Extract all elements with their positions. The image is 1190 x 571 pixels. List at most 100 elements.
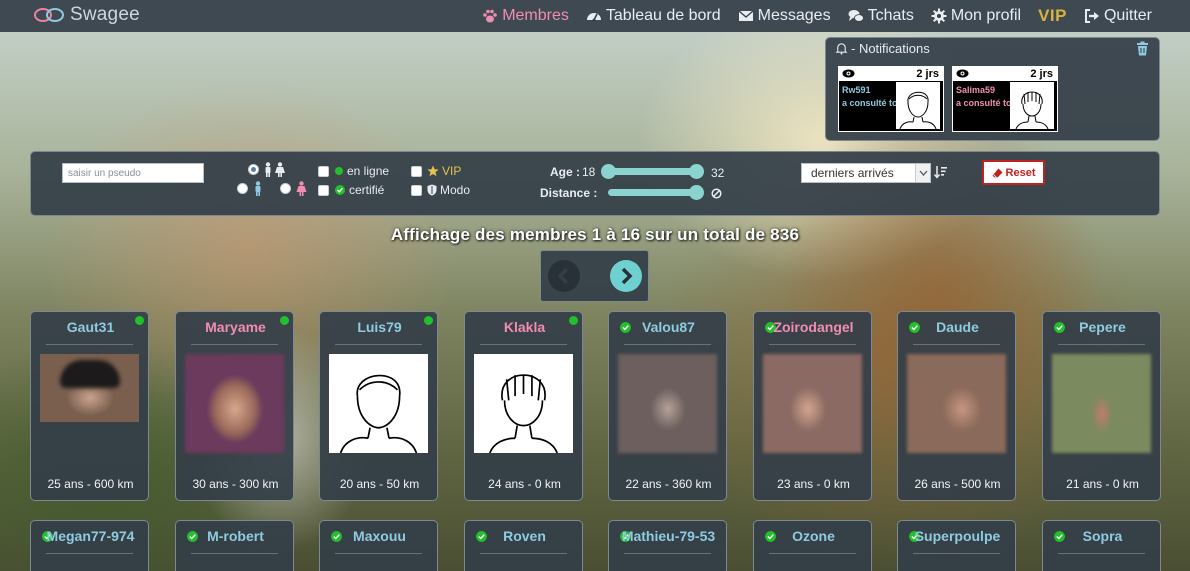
logo-text: Swagee [70,4,140,25]
female-avatar-sketch-icon [1015,91,1049,130]
certified-filter-label: certifié [335,183,384,197]
sort-selected-value: derniers arrivés [811,166,894,180]
member-photo[interactable] [618,354,717,453]
member-name[interactable]: Megan77-974 [31,528,150,544]
nav-item-tchats[interactable]: Tchats [848,7,914,25]
member-card[interactable]: Mathieu-79-53 [608,520,727,571]
member-name[interactable]: Luis79 [320,319,439,335]
member-name[interactable]: Roven [465,528,584,544]
avatar [1010,82,1054,130]
notifications-header: - Notifications [835,41,930,56]
notification-username[interactable]: Rw591 [842,85,871,95]
age-max-value: 32 [711,166,725,180]
pseudo-search-input[interactable] [62,163,204,183]
chat-bubbles-icon [848,10,864,22]
member-card[interactable]: Gaut31 25 ans - 600 km [30,311,149,501]
member-name[interactable]: Superpoulpe [898,528,1017,544]
top-navbar: Swagee Membres Tableau de bord Messages … [0,0,1190,32]
notification-card[interactable]: 2 jrs Salima59 a consulté ton profil [952,66,1058,132]
member-name[interactable]: Pepere [1043,319,1162,335]
certified-checkbox[interactable] [318,185,329,196]
nav-item-tableau-de-bord[interactable]: Tableau de bord [586,7,721,25]
member-photo[interactable] [763,354,862,453]
member-info: 20 ans - 50 km [339,477,420,491]
notification-message: a consulté ton profil [842,98,900,108]
member-card[interactable]: Luis79 20 ans - 50 km [319,311,438,501]
gender-radio-female[interactable] [280,183,291,194]
certified-check-icon [335,185,345,195]
nav-item-vip[interactable]: VIP [1038,6,1067,26]
sort-descending-icon[interactable] [934,165,947,179]
online-checkbox[interactable] [318,166,329,177]
male-avatar-sketch-icon [339,374,418,453]
gender-radio-male[interactable] [237,183,248,194]
eye-icon [842,69,855,78]
distance-slider-handle[interactable] [689,185,704,200]
distance-slider-track[interactable] [608,189,701,196]
eraser-icon [992,168,1003,178]
member-info: 23 ans - 0 km [777,477,850,491]
sort-select[interactable]: derniers arrivés [801,163,931,183]
member-name[interactable]: Valou87 [609,319,728,335]
chevron-left-icon [557,267,569,285]
age-slider-max-handle[interactable] [689,164,704,179]
member-photo[interactable] [907,354,1006,453]
member-photo[interactable] [329,354,428,453]
reset-button[interactable]: Reset [982,160,1045,185]
member-name[interactable]: Maxouu [320,528,439,544]
member-info: 30 ans - 300 km [192,477,279,491]
member-card[interactable]: Zoirodangel 23 ans - 0 km [753,311,872,501]
nav-label: Messages [757,7,831,24]
nav-label: Tchats [867,7,914,24]
nav-item-quitter[interactable]: Quitter [1084,7,1152,25]
next-page-button[interactable] [610,260,642,292]
avatar [896,82,940,130]
nav-item-membres[interactable]: Membres [482,7,569,25]
member-name[interactable]: Sopra [1043,528,1162,544]
notification-card[interactable]: 2 jrs Rw591 a consulté ton profil [838,66,944,132]
member-card[interactable]: Sopra [1042,520,1161,571]
member-card[interactable]: Valou87 22 ans - 360 km [608,311,727,501]
gender-radio-both[interactable] [248,164,259,175]
member-card[interactable]: Maxouu [319,520,438,571]
member-name[interactable]: Gaut31 [31,319,150,335]
member-card[interactable]: Klakla 24 ans - 0 km [464,311,583,501]
filter-bar: en ligne certifié VIP Modo Age : 18 32 D… [30,151,1160,216]
member-photo[interactable] [1052,354,1151,453]
trash-icon[interactable] [1136,41,1149,56]
previous-page-button[interactable] [548,260,580,292]
modo-checkbox[interactable] [411,185,422,196]
member-photo[interactable] [474,354,573,453]
member-name[interactable]: Zoirodangel [754,319,873,335]
member-name[interactable]: M-robert [176,528,295,544]
eye-icon [956,69,969,78]
nav-item-mon-profil[interactable]: Mon profil [931,7,1021,25]
nav-item-messages[interactable]: Messages [738,7,831,25]
member-card[interactable]: M-robert [175,520,294,571]
age-slider-track[interactable] [606,168,701,175]
member-photo[interactable] [185,354,284,453]
member-photo[interactable] [40,354,139,422]
vip-checkbox[interactable] [411,166,422,177]
online-dot-icon [335,167,343,175]
member-name[interactable]: Daude [898,319,1017,335]
app-logo[interactable]: Swagee [34,3,140,27]
member-card[interactable]: Pepere 21 ans - 0 km [1042,311,1161,501]
member-card[interactable]: Ozone [753,520,872,571]
age-slider-min-handle[interactable] [601,164,616,179]
member-info: 24 ans - 0 km [488,477,561,491]
member-card[interactable]: Megan77-974 [30,520,149,571]
shield-icon [427,184,437,196]
member-card[interactable]: Superpoulpe [897,520,1016,571]
member-card[interactable]: Roven [464,520,583,571]
member-name[interactable]: Mathieu-79-53 [609,528,728,544]
nav-label: Membres [502,7,569,24]
member-card[interactable]: Daude 26 ans - 500 km [897,311,1016,501]
member-name[interactable]: Klakla [465,319,584,335]
female-avatar-sketch-icon [489,374,558,453]
notification-username[interactable]: Salima59 [956,85,995,95]
member-card[interactable]: Maryame 30 ans - 300 km [175,311,294,501]
bell-icon [835,43,848,55]
member-name[interactable]: Maryame [176,319,295,335]
member-name[interactable]: Ozone [754,528,873,544]
